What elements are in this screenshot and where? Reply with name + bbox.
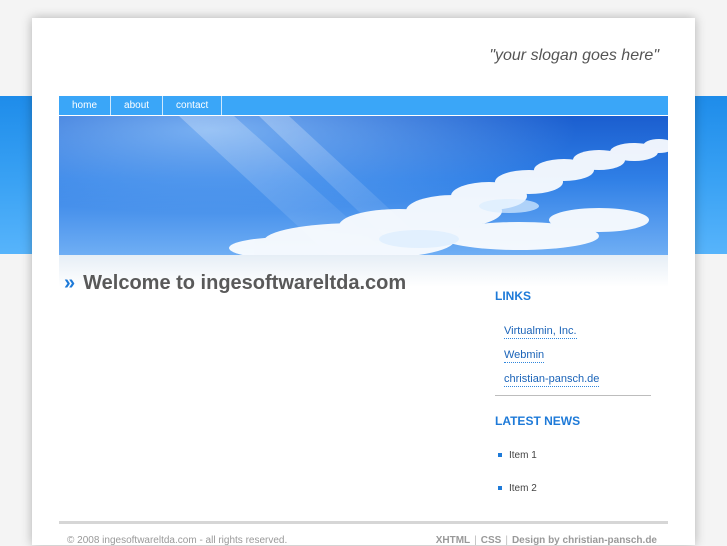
news-item: Item 1 [498, 450, 651, 483]
link-virtualmin[interactable]: Virtualmin, Inc. [504, 325, 577, 339]
sky-clouds-graphic [59, 116, 668, 255]
footer-links: XHTML | CSS | Design by christian-pansch.de [436, 535, 657, 546]
news-item-label: Item 1 [509, 450, 537, 461]
sidebar-divider [495, 395, 651, 396]
links-heading: LINKS [495, 289, 531, 303]
design-credit-link[interactable]: Design by christian-pansch.de [512, 535, 657, 546]
xhtml-link[interactable]: XHTML [436, 535, 470, 546]
slogan: "your slogan goes here" [489, 47, 659, 64]
links-list: Virtualmin, Inc. Webmin christian-pansch… [495, 321, 651, 387]
page-container: "your slogan goes here" home about conta… [32, 18, 695, 546]
link-webmin[interactable]: Webmin [504, 349, 545, 363]
raquo-icon: » [64, 272, 76, 294]
page-title-text: Welcome to ingesoftwareltda.com [83, 272, 407, 294]
footer-separator: | [474, 535, 477, 546]
list-item: Webmin [504, 345, 651, 363]
news-list: Item 1 Item 2 [495, 450, 651, 516]
page-title: » Welcome to ingesoftwareltda.com [64, 272, 406, 295]
sidebar: LINKS Virtualmin, Inc. Webmin christian-… [495, 289, 651, 516]
square-bullet-icon [498, 486, 502, 490]
top-nav: home about contact [59, 96, 668, 115]
css-link[interactable]: CSS [481, 535, 502, 546]
nav-item-contact[interactable]: contact [163, 96, 223, 115]
footer-copyright: © 2008 ingesoftwareltda.com - all rights… [67, 535, 288, 546]
news-item-label: Item 2 [509, 483, 537, 494]
nav-item-home[interactable]: home [59, 96, 112, 115]
footer-separator: | [505, 535, 508, 546]
link-christian-pansch[interactable]: christian-pansch.de [504, 373, 600, 387]
square-bullet-icon [498, 453, 502, 457]
footer-divider [59, 521, 668, 524]
news-item: Item 2 [498, 483, 651, 516]
header-sky-image [59, 116, 668, 255]
latest-news-heading: LATEST NEWS [495, 414, 581, 428]
list-item: Virtualmin, Inc. [504, 321, 651, 339]
nav-item-about[interactable]: about [111, 96, 164, 115]
list-item: christian-pansch.de [504, 369, 651, 387]
